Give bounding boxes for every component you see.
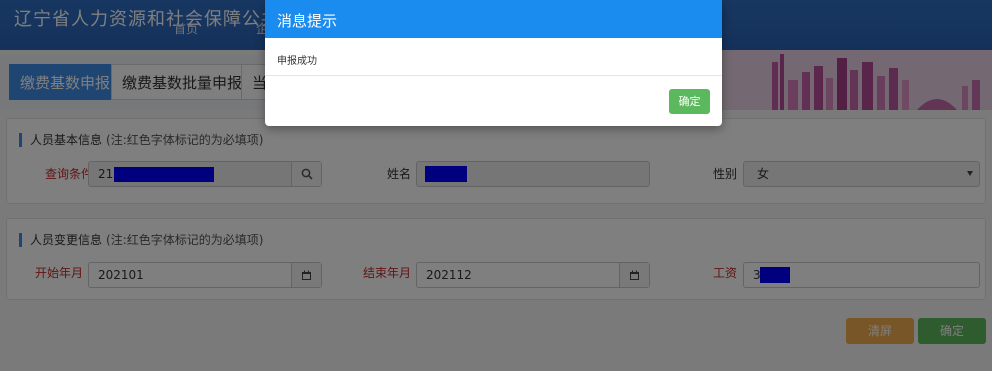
dialog-header: 消息提示 [265, 0, 722, 38]
dialog-message: 申报成功 [277, 56, 317, 67]
dialog-divider [265, 75, 722, 76]
dialog-title: 消息提示 [277, 12, 338, 30]
dialog-ok-button[interactable]: 确定 [669, 89, 710, 114]
message-dialog: 消息提示 申报成功 确定 [265, 0, 722, 126]
